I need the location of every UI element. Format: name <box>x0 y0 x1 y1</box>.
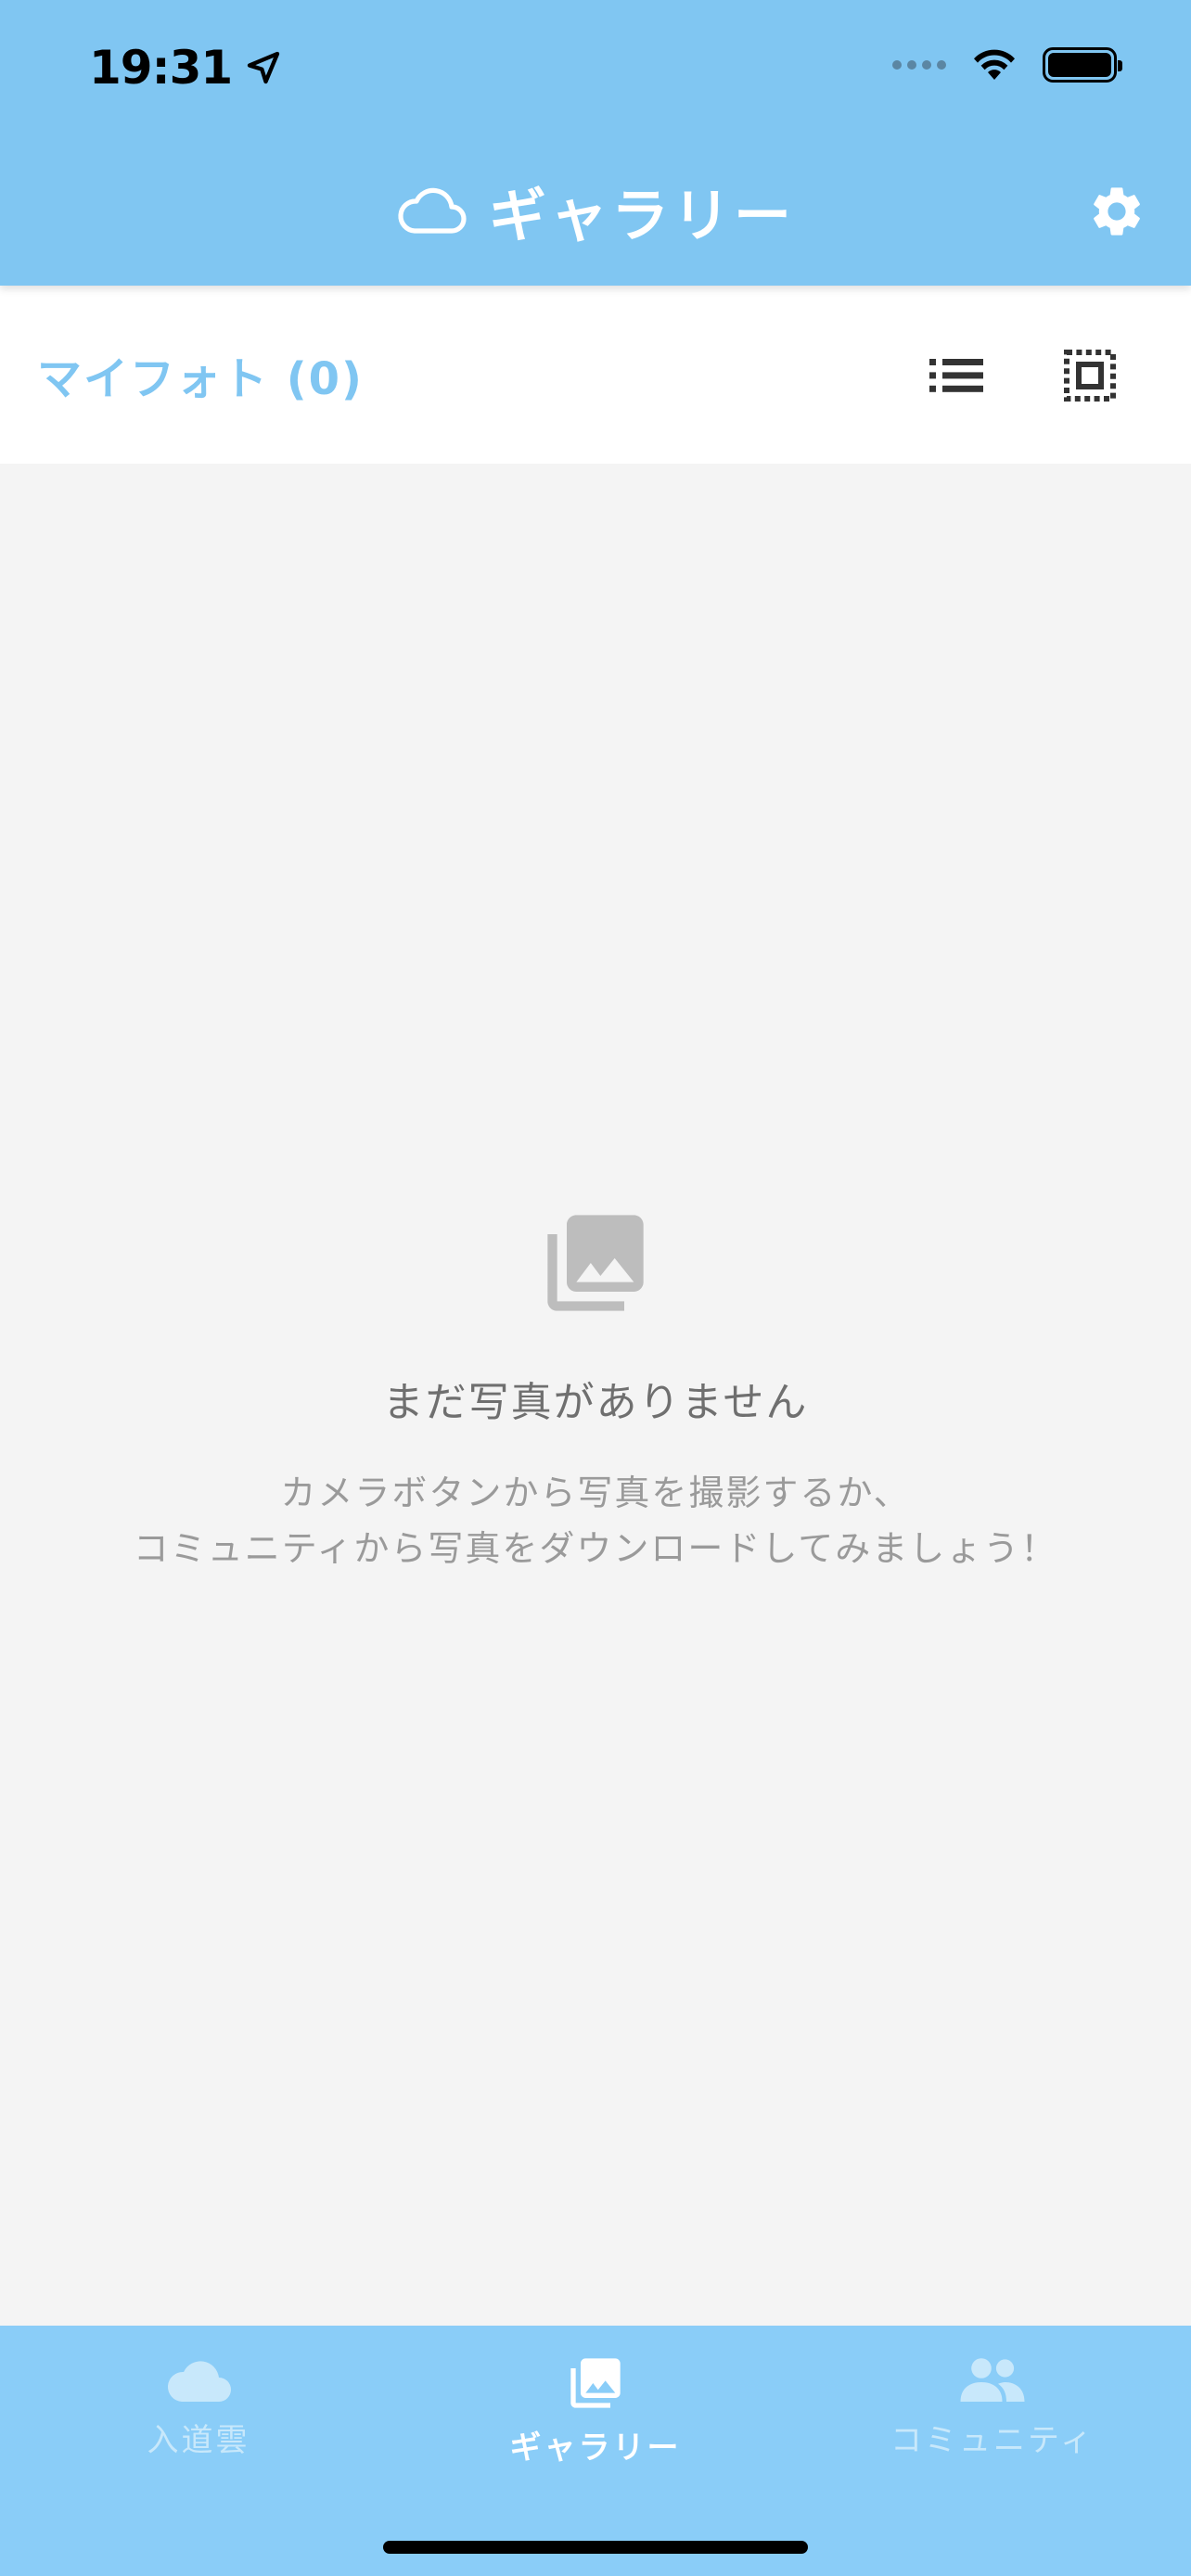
tab-nyudougumo[interactable]: 入道雲 <box>0 2353 397 2483</box>
photo-library-icon <box>570 2358 621 2408</box>
settings-button[interactable] <box>1082 176 1152 247</box>
bottom-tab-bar: 入道雲 ギャラリー コミュニティ <box>0 2326 1191 2576</box>
battery-icon <box>1043 47 1122 83</box>
tab-label: 入道雲 <box>147 2422 250 2459</box>
tab-label: コミュニティ <box>890 2422 1095 2459</box>
list-view-button[interactable] <box>924 343 989 408</box>
tab-label: ギャラリー <box>509 2429 682 2467</box>
page-title: ギャラリー <box>488 182 795 249</box>
photos-toolbar: マイフォト (0) <box>0 286 1191 464</box>
photo-library-icon <box>547 1215 644 1311</box>
my-photos-count-label: マイフォト (0) <box>37 353 364 405</box>
empty-state: まだ写真がありません カメラボタンから写真を撮影するか、 コミュニティから写真を… <box>0 1205 1191 1576</box>
gallery-screen: 19:31 ギャラリー マイフォト (0) まだ写真がありません カメラボタンか… <box>0 0 1191 2576</box>
select-all-icon <box>1064 350 1116 402</box>
tab-gallery[interactable]: ギャラリー <box>397 2353 794 2483</box>
status-bar-time: 19:31 <box>89 41 282 95</box>
cellular-signal-icon <box>892 60 946 70</box>
cloud-icon <box>167 2361 231 2402</box>
wifi-icon <box>974 49 1015 80</box>
location-arrow-icon <box>247 51 280 84</box>
empty-state-title: まだ写真がありません <box>382 1379 809 1426</box>
tab-community[interactable]: コミュニティ <box>794 2353 1191 2483</box>
status-bar-indicators <box>892 46 1122 83</box>
gear-icon <box>1094 187 1140 236</box>
cloud-outline-icon <box>398 187 467 234</box>
people-icon <box>960 2358 1025 2402</box>
empty-state-message: カメラボタンから写真を撮影するか、 コミュニティから写真をダウンロードしてみまし… <box>133 1473 1058 1569</box>
app-header: 19:31 ギャラリー <box>0 0 1191 286</box>
status-time-text: 19:31 <box>89 41 233 95</box>
list-icon <box>929 359 983 392</box>
select-mode-button[interactable] <box>1057 343 1122 408</box>
header-title-group: ギャラリー <box>0 169 1191 252</box>
home-indicator[interactable] <box>383 2541 808 2554</box>
